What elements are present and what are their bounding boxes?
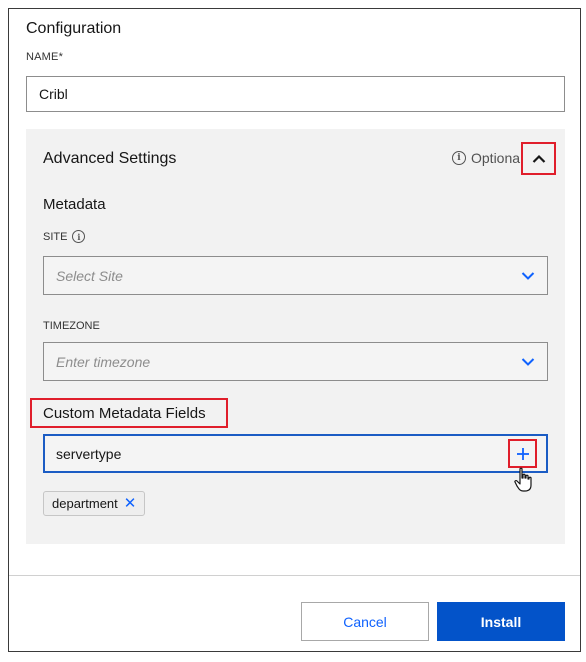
chevron-down-icon (521, 271, 535, 280)
optional-label: Optiona (471, 150, 521, 166)
remove-tag-icon[interactable]: ✕ (124, 496, 137, 511)
timezone-select[interactable]: Enter timezone (43, 342, 548, 381)
site-select-placeholder: Select Site (56, 267, 123, 284)
site-info-icon[interactable]: i (72, 230, 86, 243)
plus-icon (516, 447, 529, 460)
chevron-down-icon (521, 357, 535, 366)
site-select[interactable]: Select Site (43, 256, 548, 295)
name-input[interactable]: Cribl (26, 76, 565, 112)
timezone-label: TIMEZONE (43, 320, 100, 332)
chevron-up-icon (532, 154, 545, 163)
custom-metadata-field-input[interactable]: servertype (43, 434, 548, 473)
cancel-button[interactable]: Cancel (301, 602, 429, 641)
site-label-row: SITE i (43, 230, 86, 243)
install-button[interactable]: Install (437, 602, 565, 641)
metadata-tag-label: department (52, 496, 118, 511)
collapse-advanced-button[interactable] (521, 142, 556, 175)
footer-divider (9, 575, 580, 576)
custom-metadata-fields-title: Custom Metadata Fields (30, 398, 228, 428)
advanced-settings-title: Advanced Settings (43, 150, 177, 167)
custom-metadata-field-value: servertype (56, 445, 122, 462)
advanced-settings-section: Advanced Settings i Optiona Metadata SIT… (26, 129, 565, 544)
configuration-panel: Configuration NAME* Cribl Advanced Setti… (8, 8, 581, 652)
hand-cursor-icon (514, 467, 532, 492)
metadata-title: Metadata (43, 196, 106, 213)
info-icon: i (452, 151, 466, 165)
name-input-value: Cribl (39, 86, 68, 102)
configuration-title: Configuration (26, 20, 122, 37)
site-label: SITE (43, 230, 68, 243)
timezone-select-placeholder: Enter timezone (56, 353, 151, 370)
optional-indicator: i Optiona (452, 150, 520, 166)
metadata-tag: department ✕ (43, 491, 146, 516)
add-metadata-field-button[interactable] (508, 439, 537, 468)
name-label: NAME* (26, 51, 64, 63)
